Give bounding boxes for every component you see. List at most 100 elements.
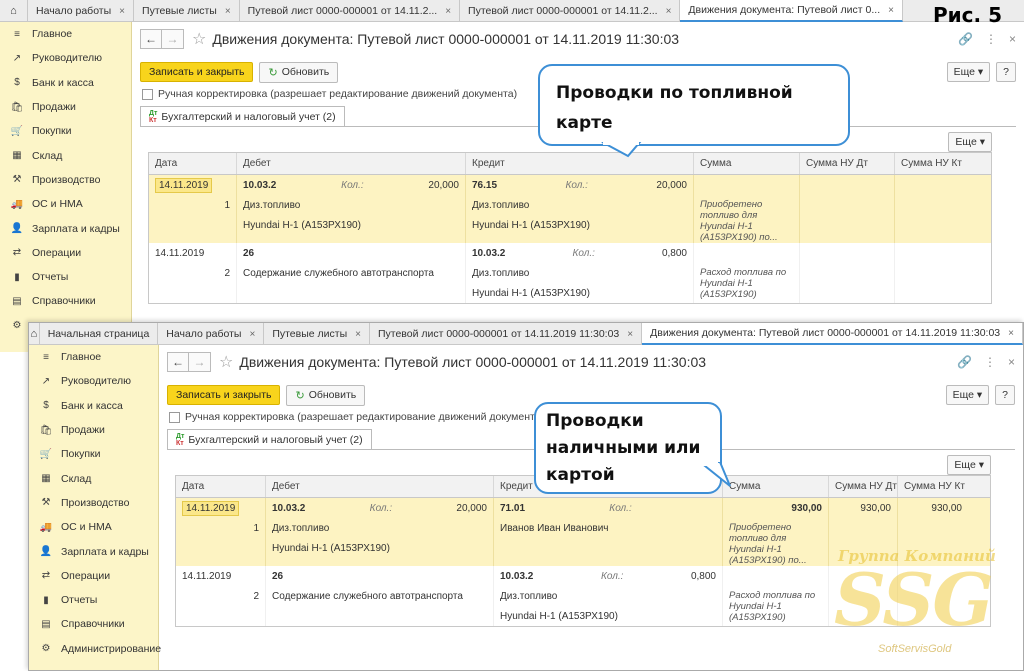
tab-4[interactable]: Движения документа: Путевой лист 0000-00…: [642, 323, 1023, 345]
tab-2[interactable]: Путевые листы ×: [264, 323, 370, 345]
help-button[interactable]: ?: [995, 385, 1015, 405]
sidebar-item-3[interactable]: 🛍 Продажи: [29, 418, 158, 442]
close-icon[interactable]: ×: [119, 6, 125, 17]
manual-correction[interactable]: Ручная корректировка (разрешает редактир…: [142, 88, 517, 100]
more-vert-icon[interactable]: ⋮: [985, 32, 997, 46]
col-summa[interactable]: Сумма: [723, 476, 829, 497]
manual-correction-checkbox[interactable]: [142, 88, 153, 100]
home-icon[interactable]: ⌂: [0, 0, 28, 22]
col-summa[interactable]: Сумма: [694, 153, 800, 174]
table-row[interactable]: 14.11.2019 1 10.03.2 Кол.: 20,000 Диз.топ…: [176, 498, 990, 566]
sidebar-item-9[interactable]: ⇄ Операции: [0, 241, 131, 265]
star-icon[interactable]: ☆: [192, 29, 206, 49]
help-button[interactable]: ?: [996, 62, 1016, 82]
sidebar-item-1[interactable]: ↗ Руководителю: [0, 46, 131, 70]
sidebar-item-9[interactable]: ⇄ Операции: [29, 564, 158, 588]
close-icon[interactable]: ×: [1008, 355, 1015, 369]
sidebar-item-5[interactable]: ▦ Склад: [0, 143, 131, 167]
tab-1[interactable]: Путевые листы ×: [134, 0, 240, 22]
col-kredit[interactable]: Кредит: [466, 153, 694, 174]
table-row[interactable]: 14.11.2019 1 10.03.2 Кол.: 20,000 Диз.топ…: [149, 175, 991, 243]
col-nu-dt[interactable]: Сумма НУ Дт: [829, 476, 898, 497]
more-button[interactable]: Еще ▾: [946, 62, 991, 82]
close-icon[interactable]: ×: [627, 329, 633, 340]
table-more-button[interactable]: Еще ▾: [947, 455, 991, 475]
star-icon[interactable]: ☆: [219, 352, 233, 372]
more-button[interactable]: Еще ▾: [945, 385, 990, 405]
tab-0[interactable]: Начало работы ×: [28, 0, 135, 22]
sidebar-item-7[interactable]: 🚚 ОС и НМА: [0, 192, 131, 216]
sidebar-item-6[interactable]: ⚒ Производство: [0, 168, 131, 192]
table-row[interactable]: 14.11.2019 2 26 Содержание служебного ав…: [149, 243, 991, 303]
sidebar-item-0[interactable]: ≡ Главное: [0, 22, 131, 46]
tab-accounting[interactable]: Дт Кт Бухгалтерский и налоговый учет (2): [140, 106, 345, 126]
sidebar-item-7[interactable]: 🚚 ОС и НМА: [29, 515, 158, 539]
sidebar-item-6[interactable]: ⚒ Производство: [29, 491, 158, 515]
home-icon[interactable]: ⌂: [29, 323, 40, 345]
close-icon[interactable]: ×: [1009, 32, 1016, 46]
table-row[interactable]: 14.11.2019 2 26 Содержание служебного ав…: [176, 566, 990, 626]
link-icon[interactable]: 🔗: [958, 32, 973, 46]
catalog-icon: ▤: [12, 295, 22, 307]
forward-button[interactable]: →: [162, 29, 184, 49]
col-nu-dt[interactable]: Сумма НУ Дт: [800, 153, 895, 174]
more-label: Еще: [955, 136, 977, 148]
col-nu-kt[interactable]: Сумма НУ Кт: [898, 476, 968, 497]
table-more-button[interactable]: Еще ▾: [948, 132, 992, 152]
sidebar-item-4[interactable]: 🛒 Покупки: [0, 119, 131, 143]
refresh-icon: ↻: [268, 66, 278, 79]
close-icon[interactable]: ×: [666, 6, 672, 17]
close-icon[interactable]: ×: [445, 6, 451, 17]
sidebar-item-4[interactable]: 🛒 Покупки: [29, 442, 158, 466]
tab-3[interactable]: Путевой лист 0000-000001 от 14.11.2019 1…: [370, 323, 643, 345]
forward-button[interactable]: →: [189, 352, 211, 372]
close-icon[interactable]: ×: [355, 329, 361, 340]
sidebar-item-2[interactable]: $ Банк и касса: [0, 71, 131, 95]
kol-label: Кол.:: [565, 179, 588, 191]
col-date[interactable]: Дата: [149, 153, 237, 174]
col-debet[interactable]: Дебет: [237, 153, 466, 174]
refresh-button[interactable]: ↻ Обновить: [259, 61, 339, 83]
tab-2[interactable]: Путевой лист 0000-000001 от 14.11.2... ×: [240, 0, 461, 22]
sidebar-item-10[interactable]: ▮ Отчеты: [29, 588, 158, 612]
sidebar-item-2[interactable]: $ Банк и касса: [29, 394, 158, 418]
kredit-account: 10.03.2: [500, 570, 534, 582]
manual-correction-checkbox[interactable]: [169, 411, 180, 423]
kredit-kol: 0,800: [661, 247, 687, 259]
sidebar-item-0[interactable]: ≡ Главное: [29, 345, 158, 369]
tab-4[interactable]: Движения документа: Путевой лист 0... ×: [680, 0, 903, 22]
col-date[interactable]: Дата: [176, 476, 266, 497]
back-button[interactable]: ←: [140, 29, 162, 49]
more-vert-icon[interactable]: ⋮: [984, 355, 996, 369]
col-nu-kt[interactable]: Сумма НУ Кт: [895, 153, 990, 174]
close-icon[interactable]: ×: [1008, 328, 1014, 339]
close-icon[interactable]: ×: [249, 329, 255, 340]
tab-0[interactable]: Начальная страница: [40, 323, 159, 345]
tab-3[interactable]: Путевой лист 0000-000001 от 14.11.2... ×: [460, 0, 681, 22]
col-debet[interactable]: Дебет: [266, 476, 494, 497]
refresh-icon: ↻: [295, 389, 305, 402]
tab-1[interactable]: Начало работы ×: [158, 323, 265, 345]
link-icon[interactable]: 🔗: [957, 355, 972, 369]
sidebar-item-8[interactable]: 👤 Зарплата и кадры: [0, 216, 131, 240]
kredit-sub1: Диз.топливо: [472, 199, 530, 211]
close-icon[interactable]: ×: [225, 6, 231, 17]
close-icon[interactable]: ×: [888, 5, 894, 16]
sidebar-item-10[interactable]: ▮ Отчеты: [0, 265, 131, 289]
sidebar-item-5[interactable]: ▦ Склад: [29, 466, 158, 490]
sidebar-item-12[interactable]: ⚙ Администрирование: [29, 637, 162, 661]
save-close-button[interactable]: Записать и закрыть: [167, 385, 281, 405]
save-close-button[interactable]: Записать и закрыть: [140, 62, 254, 82]
refresh-button[interactable]: ↻ Обновить: [286, 384, 366, 406]
sidebar-item-3[interactable]: 🛍 Продажи: [0, 95, 131, 119]
manual-correction[interactable]: Ручная корректировка (разрешает редактир…: [169, 411, 544, 423]
sidebar-item-11[interactable]: ▤ Справочники: [29, 612, 158, 636]
sidebar-item-8[interactable]: 👤 Зарплата и кадры: [29, 539, 158, 563]
title-bar: ← → ☆ Движения документа: Путевой лист 0…: [140, 28, 1016, 50]
back-button[interactable]: ←: [167, 352, 189, 372]
sidebar-item-1[interactable]: ↗ Руководителю: [29, 369, 158, 393]
kol-label: Кол.:: [341, 179, 364, 191]
tab-accounting[interactable]: Дт Кт Бухгалтерский и налоговый учет (2): [167, 429, 372, 449]
sidebar-item-11[interactable]: ▤ Справочники: [0, 289, 131, 313]
debet-sub2: Hyundai H-1 (А153РХ190): [272, 542, 390, 554]
